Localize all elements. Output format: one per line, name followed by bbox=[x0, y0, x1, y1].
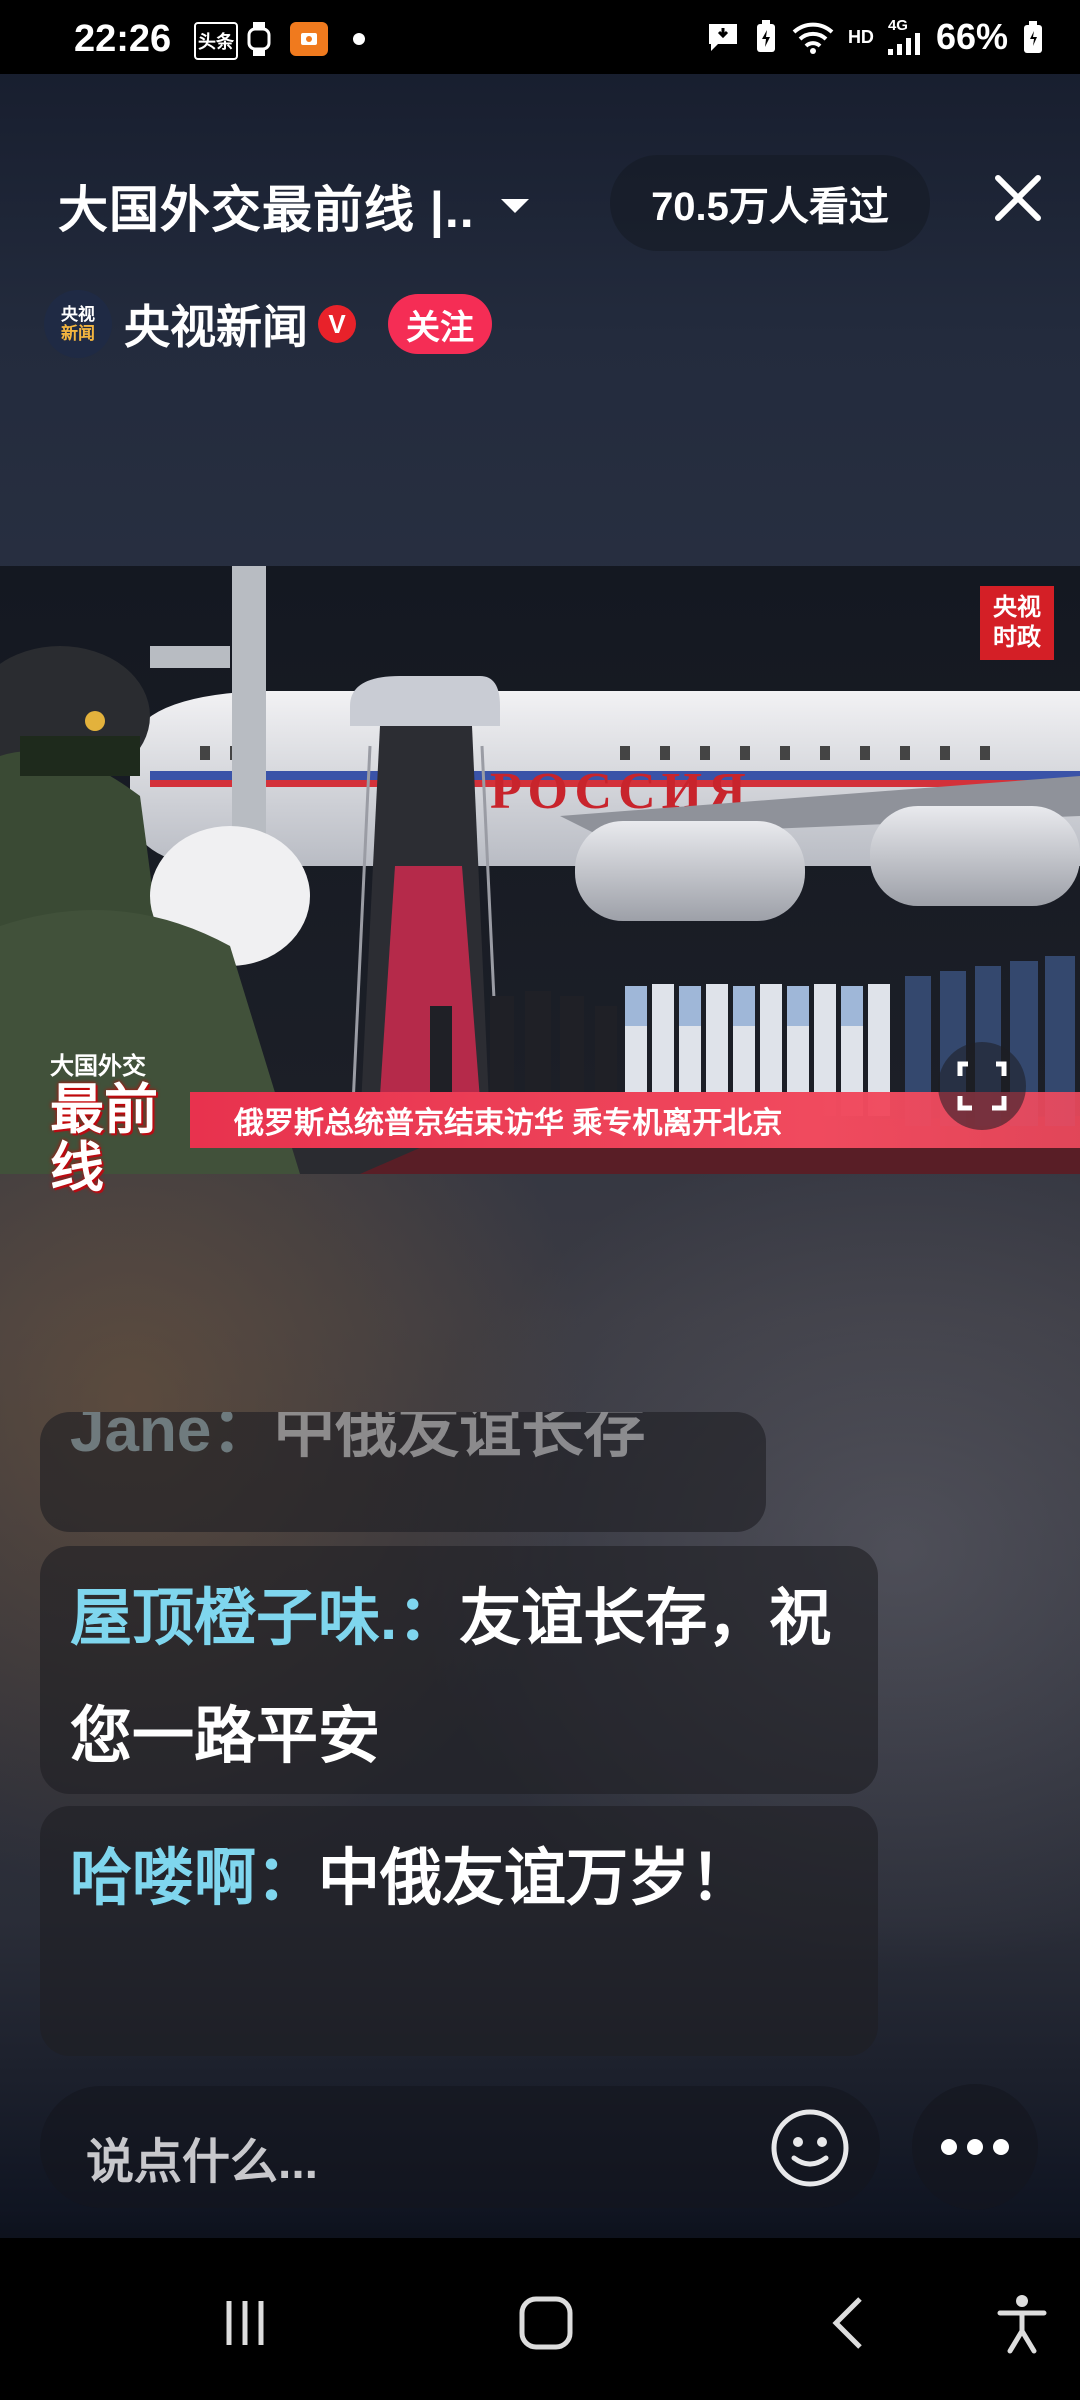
comment-user[interactable]: 屋顶橙子味.： bbox=[70, 1584, 459, 1653]
network-hd: HD bbox=[847, 26, 874, 47]
comment-item: 屋顶橙子味.：友谊长存，祝您一路平安 bbox=[40, 1546, 878, 1794]
verified-badge: V bbox=[318, 305, 356, 343]
fullscreen-button[interactable] bbox=[938, 1042, 1026, 1130]
comment-user[interactable]: 哈喽啊： bbox=[70, 1844, 318, 1913]
channel-name[interactable]: 央视新闻 bbox=[124, 291, 308, 357]
live-title-dropdown[interactable]: 大国外交最前线 |.. bbox=[58, 170, 529, 242]
status-right: HD 4G 66% bbox=[706, 16, 1044, 58]
wifi-icon bbox=[792, 22, 834, 54]
back-button[interactable] bbox=[810, 2288, 890, 2358]
chevron-down-icon bbox=[500, 199, 529, 213]
viewer-count: 70.5万人看过 bbox=[610, 155, 930, 251]
home-button[interactable] bbox=[506, 2288, 586, 2358]
more-button[interactable] bbox=[912, 2084, 1038, 2210]
battery-percent: 66% bbox=[935, 16, 1008, 57]
signal-icon bbox=[887, 33, 920, 55]
program-logo: 大国外交 最前线 bbox=[50, 1053, 158, 1198]
comment-item: Jane：中俄友谊长存 bbox=[40, 1412, 766, 1532]
channel-info: 央视 新闻 央视新闻 V 关注 bbox=[44, 290, 492, 358]
accessibility-button[interactable] bbox=[982, 2288, 1062, 2358]
follow-button[interactable]: 关注 bbox=[388, 294, 492, 354]
network-4g: 4G bbox=[887, 17, 908, 34]
close-button[interactable] bbox=[988, 168, 1048, 228]
recent-apps-button[interactable] bbox=[205, 2288, 285, 2358]
battery-icon bbox=[1024, 21, 1042, 53]
notification-dot-icon bbox=[352, 22, 366, 56]
comment-input[interactable]: 说点什么... bbox=[40, 2086, 880, 2208]
close-icon bbox=[995, 175, 1041, 221]
emoji-icon bbox=[771, 2109, 849, 2187]
comment-user[interactable]: Jane： bbox=[70, 1412, 273, 1465]
comment-item: 哈喽啊：中俄友谊万岁！ bbox=[40, 1806, 878, 2056]
channel-avatar[interactable]: 央视 新闻 bbox=[44, 290, 112, 358]
status-time: 22:26 bbox=[74, 18, 172, 60]
comment-message: 中俄友谊万岁！ bbox=[318, 1844, 753, 1913]
comment-message: 中俄友谊长存 bbox=[273, 1412, 646, 1465]
input-placeholder: 说点什么... bbox=[86, 2136, 319, 2189]
status-bar: 22:26 头条 HD 4G 66% bbox=[0, 0, 1080, 74]
fullscreen-icon bbox=[957, 1061, 1007, 1111]
app-notification-icon bbox=[290, 22, 328, 56]
watch-icon bbox=[246, 22, 272, 56]
toutiao-notification-icon: 头条 bbox=[194, 22, 238, 60]
signal-group: 4G bbox=[887, 17, 922, 55]
home-icon bbox=[519, 2296, 573, 2350]
accessibility-icon bbox=[997, 2295, 1047, 2354]
emoji-button[interactable] bbox=[768, 2106, 852, 2190]
back-icon bbox=[832, 2297, 862, 2349]
recent-apps-icon bbox=[226, 2301, 264, 2345]
battery-saver-icon bbox=[756, 20, 775, 52]
cctv-politics-logo: 央视 时政 bbox=[980, 586, 1054, 660]
live-title: 大国外交最前线 |.. bbox=[58, 182, 475, 238]
message-icon bbox=[708, 24, 737, 51]
system-nav-bar bbox=[0, 2238, 1080, 2400]
more-icon bbox=[941, 2139, 957, 2155]
